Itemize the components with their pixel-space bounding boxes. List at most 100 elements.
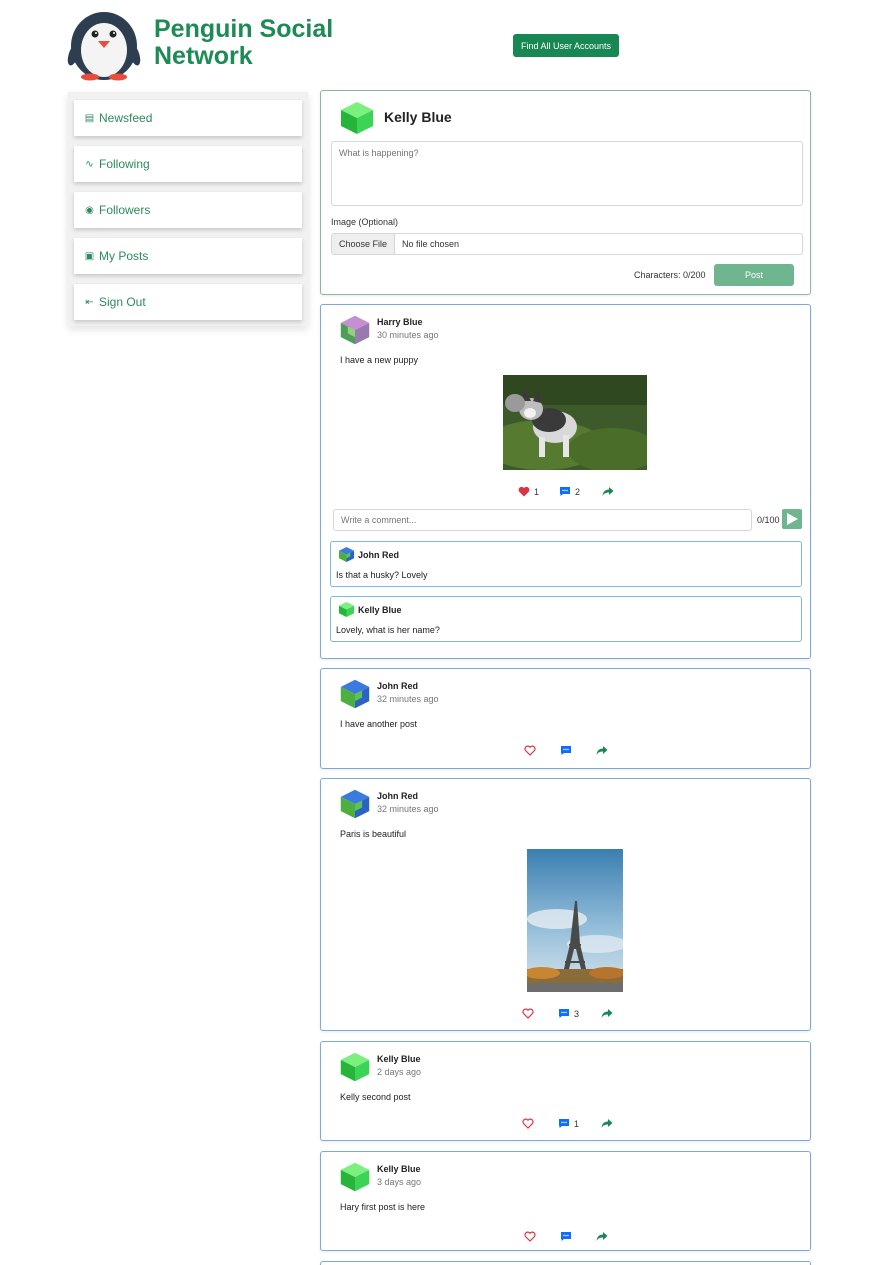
comment-char-count: 0/100: [757, 515, 780, 525]
post-card: John Red 32 minutes ago I have another p…: [320, 668, 811, 769]
share-button[interactable]: [601, 1008, 613, 1019]
comment-text: Is that a husky? Lovely: [336, 570, 428, 580]
brand-name-line2: Network: [154, 42, 253, 70]
author-avatar: [340, 315, 370, 345]
share-icon: [601, 1119, 613, 1128]
sidebar-item-label: Sign Out: [99, 295, 146, 309]
brand-name-line1: Penguin Social: [154, 15, 334, 43]
post-text: Paris is beautiful: [340, 829, 407, 839]
author-avatar: [340, 789, 370, 819]
image-file-input[interactable]: Choose File No file chosen: [331, 233, 803, 255]
send-comment-button[interactable]: [782, 509, 802, 529]
user-avatar: [341, 102, 373, 134]
post-textarea[interactable]: [331, 141, 803, 206]
penguin-logo: [67, 12, 141, 81]
choose-file-button[interactable]: Choose File: [332, 234, 396, 254]
post-actions: 1: [522, 1118, 613, 1129]
post-text: I have another post: [340, 719, 418, 729]
comment-text: Lovely, what is her name?: [336, 625, 440, 635]
comment-icon: [559, 1009, 569, 1018]
like-button[interactable]: [522, 1118, 534, 1129]
like-button[interactable]: [524, 745, 536, 756]
post-actions: 1 2: [518, 486, 614, 497]
comment-button[interactable]: 2: [559, 486, 580, 497]
commenter-avatar: [338, 601, 355, 618]
share-icon: [602, 487, 614, 496]
comment-button[interactable]: 1: [558, 1118, 579, 1129]
post-time: 30 minutes ago: [377, 330, 439, 340]
heart-outline-icon: [522, 1118, 534, 1129]
post-photo-puppy: [503, 375, 647, 470]
heart-outline-icon: [524, 745, 536, 756]
comment-icon: [560, 487, 571, 496]
post-card-partial: [320, 1261, 811, 1265]
post-card: Harry Blue 30 minutes ago I have a new p…: [320, 304, 811, 659]
post-composer: Kelly Blue Image (Optional) Choose File …: [320, 90, 811, 295]
comment-icon: [561, 1232, 571, 1241]
composer-user-name: Kelly Blue: [384, 109, 452, 125]
like-button[interactable]: [522, 1008, 534, 1019]
heart-outline-icon: [522, 1008, 534, 1019]
post-text: Hary first post is here: [340, 1202, 426, 1212]
like-button[interactable]: 1: [518, 486, 539, 497]
comment-count: 1: [574, 1118, 580, 1129]
share-icon: [596, 746, 608, 755]
post-button[interactable]: Post: [714, 264, 794, 286]
post-actions: [524, 1231, 608, 1242]
sidebar-item-newsfeed[interactable]: ▤ Newsfeed: [74, 100, 302, 136]
post-text: I have a new puppy: [340, 355, 419, 365]
author-avatar: [340, 1162, 370, 1192]
sidebar-item-following[interactable]: ∿ Following: [74, 146, 302, 182]
post-time: 32 minutes ago: [377, 804, 439, 814]
post-author: Harry Blue: [377, 317, 423, 327]
share-button[interactable]: [596, 1231, 608, 1242]
following-icon: ∿: [85, 158, 94, 170]
comment-author: John Red: [358, 550, 400, 560]
character-count: Characters: 0/200: [634, 270, 706, 280]
author-avatar: [340, 679, 370, 709]
post-author: Kelly Blue: [377, 1164, 421, 1174]
comment-item: Kelly Blue Lovely, what is her name?: [330, 596, 802, 642]
find-all-users-button[interactable]: Find All User Accounts: [513, 34, 619, 57]
share-icon: [601, 1009, 613, 1018]
sidebar-item-followers[interactable]: ◉ Followers: [74, 192, 302, 228]
share-button[interactable]: [602, 486, 614, 497]
post-author: John Red: [377, 681, 419, 691]
like-count: 1: [534, 486, 540, 497]
sidebar-item-my-posts[interactable]: ▣ My Posts: [74, 238, 302, 274]
sidebar-item-label: Followers: [99, 203, 151, 217]
comment-button[interactable]: [560, 1231, 572, 1242]
post-photo-eiffel-tower: [527, 849, 623, 992]
sidebar: ▤ Newsfeed ∿ Following ◉ Followers ▣ My …: [68, 92, 308, 326]
share-button[interactable]: [601, 1118, 613, 1129]
comment-icon: [559, 1119, 569, 1128]
post-time: 32 minutes ago: [377, 694, 439, 704]
comment-icon: [561, 746, 571, 755]
brand-name: Penguin Social Network: [154, 16, 333, 70]
post-card: Kelly Blue 2 days ago Kelly second post …: [320, 1041, 811, 1141]
post-actions: [524, 745, 608, 756]
comment-button[interactable]: 3: [558, 1008, 579, 1019]
post-author: John Red: [377, 791, 419, 801]
comment-author: Kelly Blue: [358, 605, 402, 615]
comment-button[interactable]: [560, 745, 572, 756]
share-button[interactable]: [596, 745, 608, 756]
comment-input[interactable]: [333, 509, 752, 531]
post-time: 3 days ago: [377, 1177, 422, 1187]
like-button[interactable]: [524, 1231, 536, 1242]
newspaper-icon: ▤: [84, 112, 95, 124]
send-icon: [787, 513, 798, 525]
comment-item: John Red Is that a husky? Lovely: [330, 541, 802, 587]
commenter-avatar: [338, 546, 355, 563]
sign-out-icon: ⇤: [85, 296, 94, 308]
post-author: Kelly Blue: [377, 1054, 421, 1064]
sidebar-item-label: Newsfeed: [99, 111, 153, 125]
post-text: Kelly second post: [340, 1092, 411, 1102]
share-icon: [596, 1232, 608, 1241]
sidebar-item-sign-out[interactable]: ⇤ Sign Out: [74, 284, 302, 320]
my-posts-icon: ▣: [84, 250, 95, 262]
comment-count: 2: [575, 486, 581, 497]
post-actions: 3: [522, 1008, 613, 1019]
post-card: Kelly Blue 3 days ago Hary first post is…: [320, 1151, 811, 1251]
image-label: Image (Optional): [331, 217, 399, 227]
